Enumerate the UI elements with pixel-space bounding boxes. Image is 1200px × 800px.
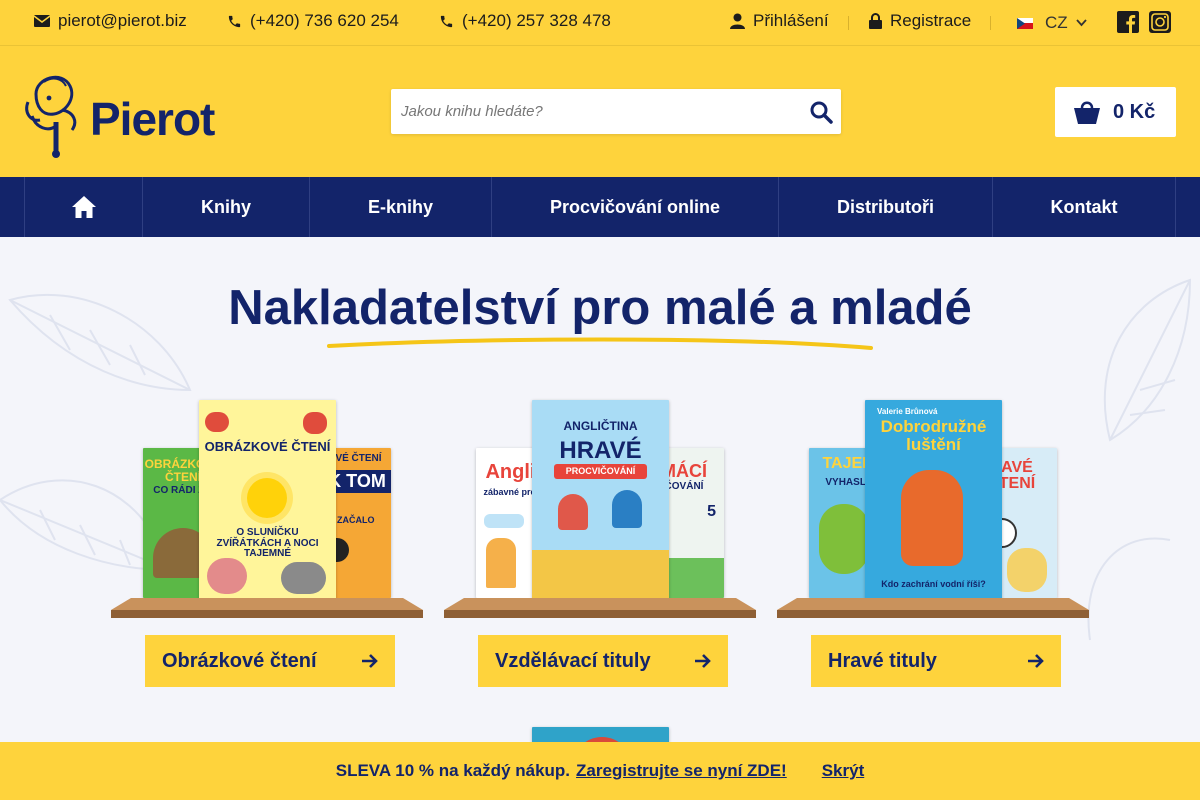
phone-icon bbox=[228, 15, 241, 27]
phone-text-2: (+420) 257 328 478 bbox=[462, 11, 611, 30]
register-link[interactable]: Registrace bbox=[869, 11, 971, 31]
lock-icon bbox=[869, 13, 882, 29]
phone-text-1: (+420) 736 620 254 bbox=[250, 11, 399, 30]
nav-kontakt[interactable]: Kontakt bbox=[992, 177, 1176, 237]
register-text: Registrace bbox=[890, 11, 972, 30]
title-underline bbox=[327, 337, 873, 350]
cart-total: 0 Kč bbox=[1113, 101, 1156, 123]
language-code: CZ bbox=[1045, 13, 1068, 32]
nav-distributori[interactable]: Distributoři bbox=[778, 177, 992, 237]
promo-hide-button[interactable]: Skrýt bbox=[822, 761, 865, 781]
main-nav: Knihy E-knihy Procvičování online Distri… bbox=[0, 177, 1200, 237]
book-subtitle: O SLUNÍČKU ZVÍŘÁTKÁCH A NOCI TAJEMNÉ bbox=[216, 527, 319, 559]
category-button-hrave-tituly[interactable]: Hravé tituly bbox=[811, 635, 1061, 687]
nav-knihy[interactable]: Knihy bbox=[142, 177, 309, 237]
category-card-obrazkove-cteni: OBRÁZKOVÉ ČTENÍ CO RÁDI Z... KOVÉ ČTENÍ … bbox=[111, 398, 423, 688]
book-cover[interactable]: Valerie Brůnová Dobrodružné luštění Kdo … bbox=[865, 400, 1002, 603]
shelf bbox=[444, 598, 756, 618]
book-author: Valerie Brůnová bbox=[877, 407, 938, 416]
category-label: Vzdělávací tituly bbox=[495, 649, 651, 672]
login-text: Přihlášení bbox=[753, 11, 829, 30]
arrow-right-icon bbox=[362, 654, 378, 668]
category-label: Obrázkové čtení bbox=[162, 649, 317, 672]
nav-home[interactable] bbox=[24, 177, 142, 237]
nav-procvicovani-online[interactable]: Procvičování online bbox=[491, 177, 778, 237]
category-button-obrazkove-cteni[interactable]: Obrázkové čtení bbox=[145, 635, 395, 687]
pierrot-mascot-icon bbox=[25, 75, 77, 158]
book-subtitle: PROCVIČOVÁNÍ bbox=[554, 464, 647, 480]
facebook-icon[interactable] bbox=[1117, 11, 1139, 33]
email-text: pierot@pierot.biz bbox=[58, 11, 187, 30]
search-box bbox=[391, 89, 841, 134]
category-card-vzdelavaci-tituly: Anglič zábavné proc... MÁCÍ ČOVÁNÍ 5 ANG… bbox=[444, 398, 756, 688]
book-title: OBRÁZKOVÉ ČTENÍ bbox=[204, 439, 331, 454]
arrow-right-icon bbox=[695, 654, 711, 668]
login-link[interactable]: Přihlášení bbox=[730, 11, 829, 31]
nav-label: Distributoři bbox=[837, 196, 934, 217]
top-bar: pierot@pierot.biz (+420) 736 620 254 (+4… bbox=[0, 0, 1200, 46]
nav-label: E-knihy bbox=[367, 196, 433, 217]
page-title: Nakladatelství pro malé a mladé bbox=[228, 281, 972, 335]
shopping-basket-icon bbox=[1074, 101, 1100, 124]
cart-button[interactable]: 0 Kč bbox=[1055, 87, 1176, 137]
site-header: Pierot 0 Kč bbox=[0, 46, 1200, 177]
site-logo[interactable]: Pierot bbox=[22, 72, 215, 158]
book-title: Dobrodružné luštění bbox=[880, 417, 987, 454]
user-icon bbox=[730, 13, 745, 29]
promo-banner: SLEVA 10 % na každý nákup. Zaregistrujte… bbox=[0, 742, 1200, 800]
book-title: ANGLIČTINA bbox=[563, 419, 638, 433]
chevron-down-icon bbox=[1076, 19, 1087, 27]
envelope-icon bbox=[34, 15, 50, 27]
category-button-vzdelavaci-tituly[interactable]: Vzdělávací tituly bbox=[478, 635, 728, 687]
book-subtitle: HRAVÉ bbox=[559, 437, 642, 464]
category-card-hrave-tituly: TAJEM VYHASLÉ AVÉ TENÍ Valerie Brůnová D… bbox=[777, 398, 1089, 688]
divider bbox=[990, 16, 991, 30]
language-selector[interactable]: CZ bbox=[1017, 13, 1087, 33]
category-label: Hravé tituly bbox=[828, 649, 937, 672]
instagram-icon[interactable] bbox=[1149, 11, 1171, 33]
search-input[interactable] bbox=[391, 89, 791, 134]
email-link[interactable]: pierot@pierot.biz bbox=[34, 11, 187, 31]
nav-label: Procvičování online bbox=[549, 196, 721, 217]
search-icon[interactable] bbox=[809, 100, 833, 124]
divider bbox=[848, 16, 849, 30]
phone-icon bbox=[440, 15, 453, 27]
shelf bbox=[777, 598, 1089, 618]
book-subtitle: Kdo zachrání vodní říši? bbox=[881, 579, 986, 589]
logo-text: Pierot bbox=[90, 93, 215, 145]
promo-text: SLEVA 10 % na každý nákup. bbox=[335, 761, 571, 780]
nav-label: Knihy bbox=[200, 196, 251, 217]
phone-link-2[interactable]: (+420) 257 328 478 bbox=[439, 11, 611, 31]
book-cover[interactable]: OBRÁZKOVÉ ČTENÍ O SLUNÍČKU ZVÍŘÁTKÁCH A … bbox=[199, 400, 336, 603]
book-cover[interactable]: ANGLIČTINA HRAVÉ PROCVIČOVÁNÍ bbox=[532, 400, 669, 603]
nav-e-knihy[interactable]: E-knihy bbox=[309, 177, 491, 237]
shelf bbox=[111, 598, 423, 618]
promo-register-link[interactable]: Zaregistrujte se nyní ZDE! bbox=[576, 761, 787, 781]
flag-cz-icon bbox=[1017, 17, 1033, 29]
phone-link-1[interactable]: (+420) 736 620 254 bbox=[227, 11, 399, 31]
nav-label: Kontakt bbox=[1050, 196, 1118, 217]
arrow-right-icon bbox=[1028, 654, 1044, 668]
home-icon bbox=[71, 196, 96, 218]
